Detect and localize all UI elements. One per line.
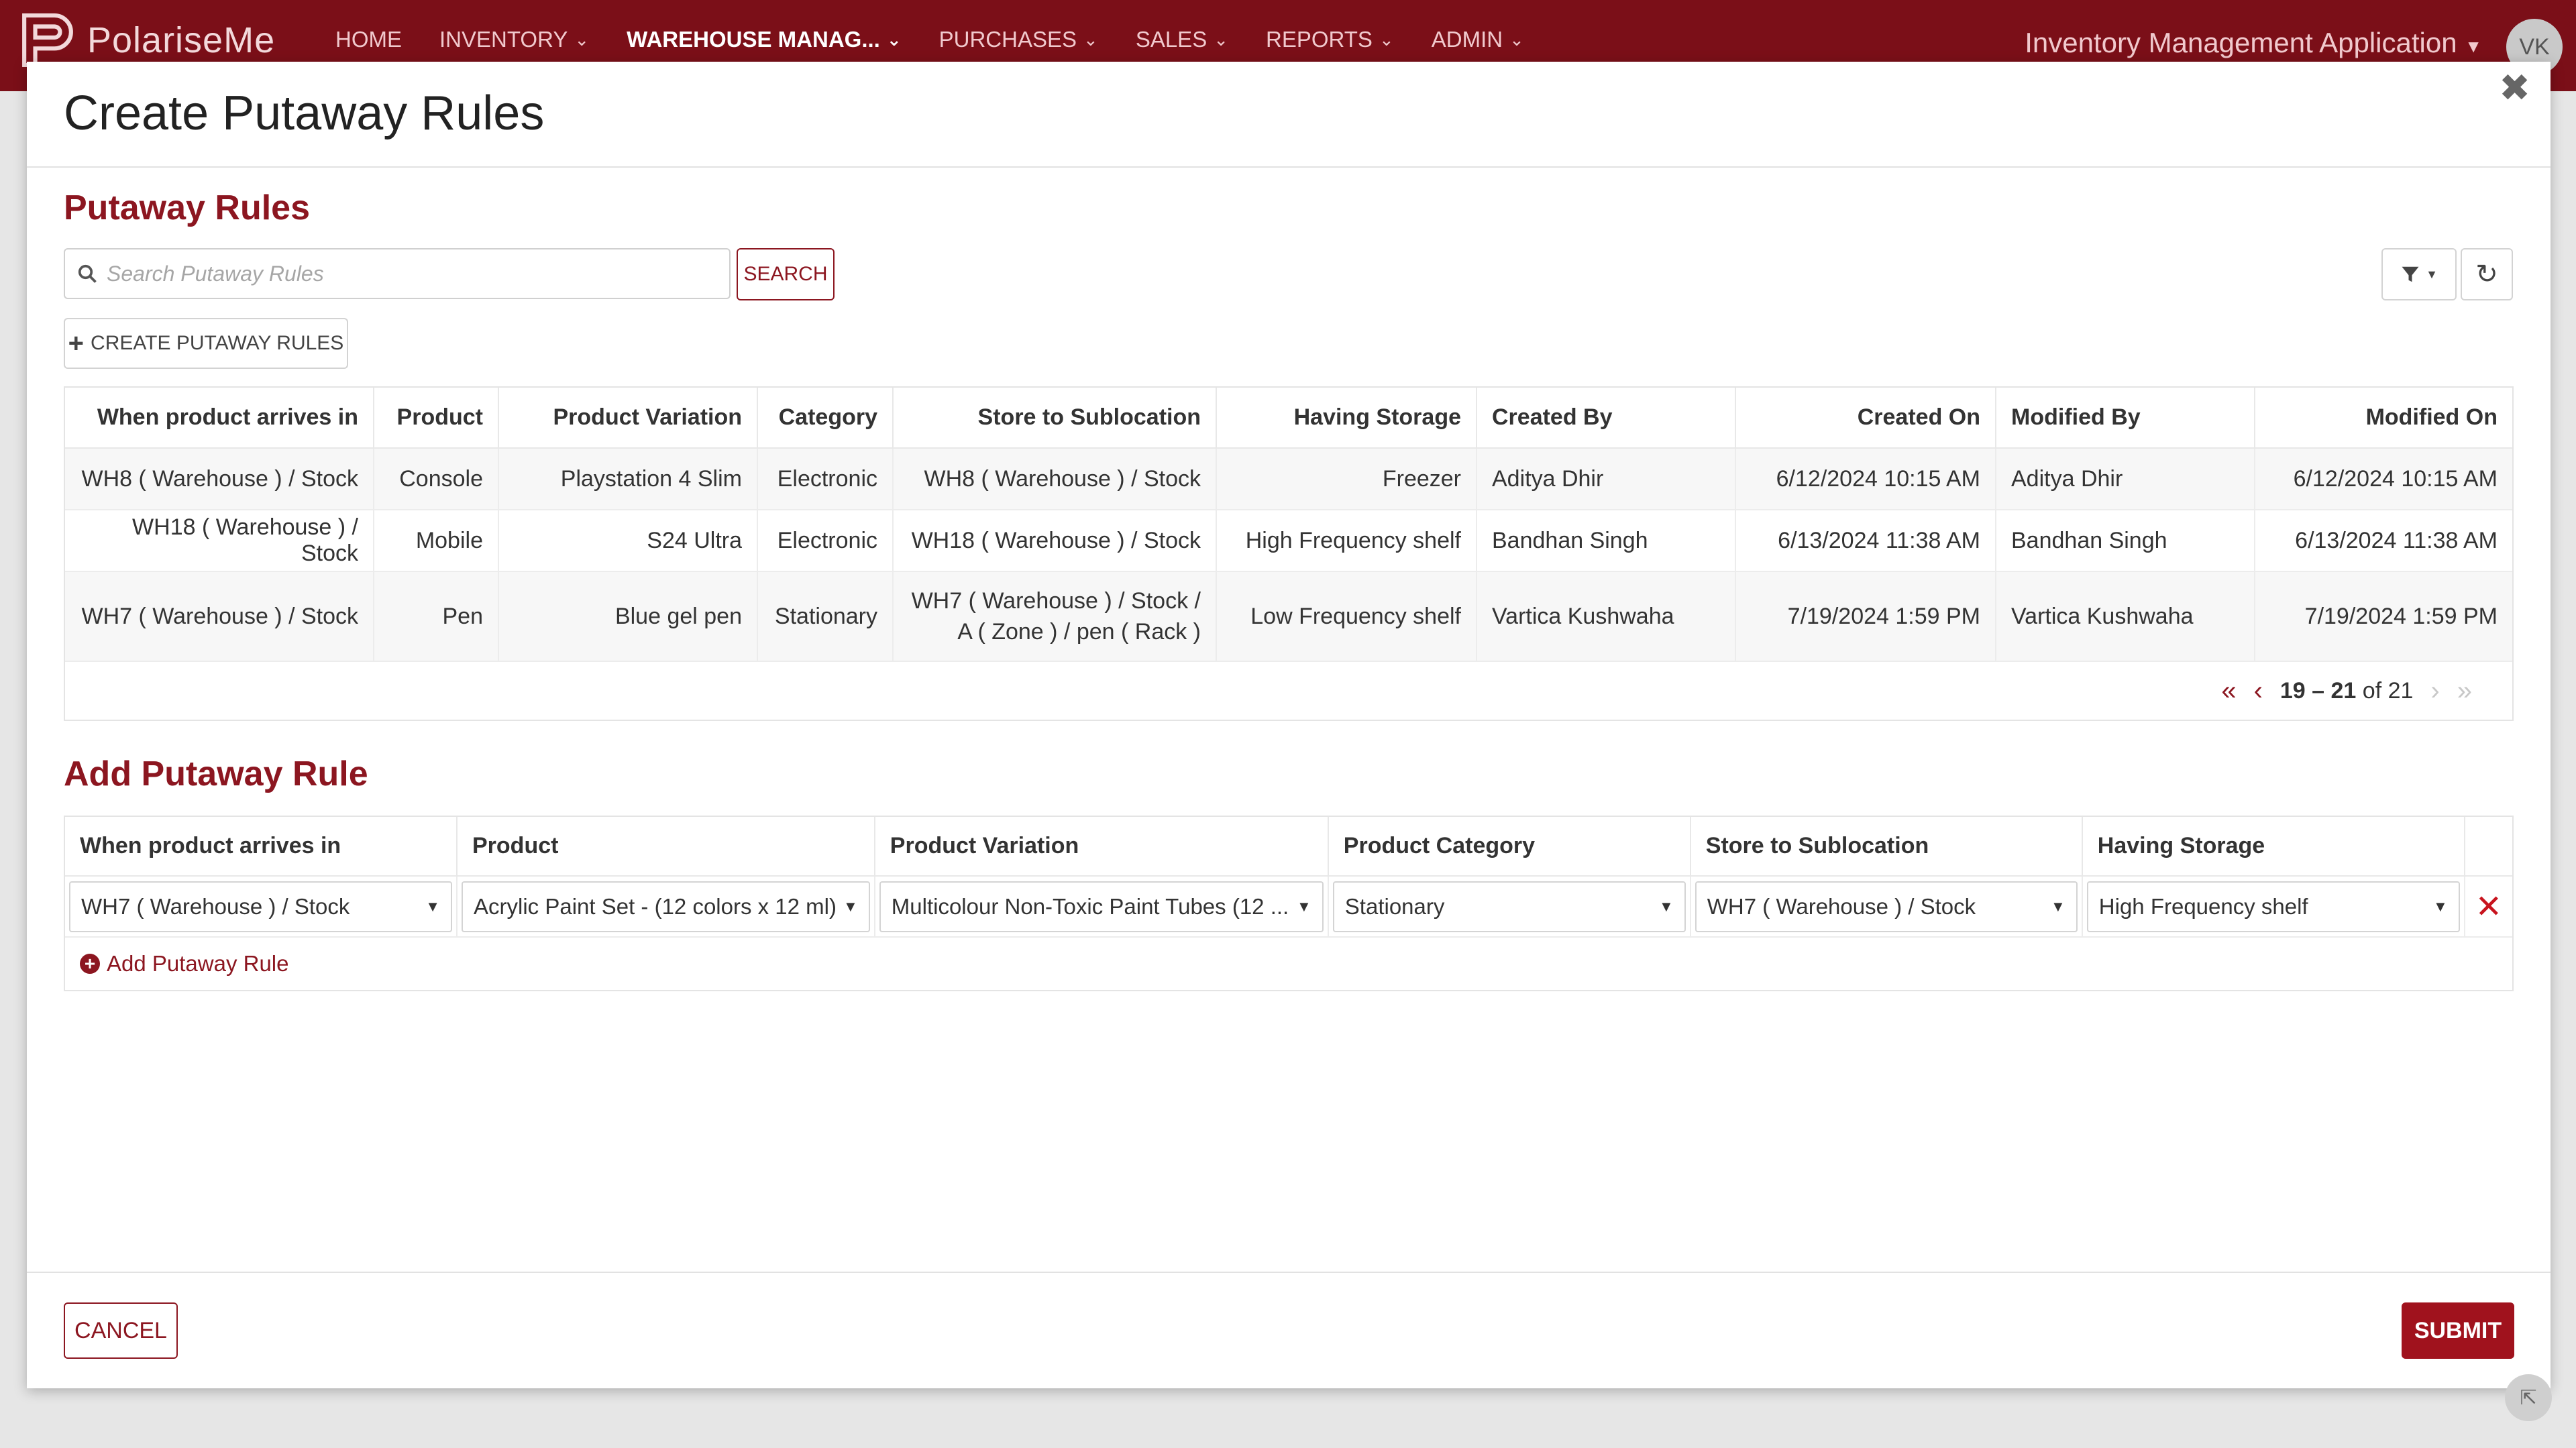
add-putaway-rule-link[interactable]: + Add Putaway Rule bbox=[65, 936, 2512, 990]
search-icon bbox=[78, 264, 97, 283]
nav-reports[interactable]: REPORTS ⌄ bbox=[1266, 27, 1394, 52]
column-header[interactable]: Having Storage bbox=[1216, 388, 1477, 449]
nav-inventory[interactable]: INVENTORY ⌄ bbox=[439, 27, 589, 52]
table-row[interactable]: WH7 ( Warehouse ) / Stock Pen Blue gel p… bbox=[65, 571, 2512, 662]
last-page-icon[interactable]: » bbox=[2457, 676, 2472, 706]
pagination: « ‹ 19 – 21 of 21 › » bbox=[65, 662, 2512, 720]
chevron-down-icon: ⌄ bbox=[574, 29, 590, 50]
modal-title: Create Putaway Rules bbox=[64, 87, 545, 140]
cursor-helper-icon[interactable]: ⇱ bbox=[2505, 1374, 2552, 1421]
create-putaway-rules-modal: Create Putaway Rules ✖ Putaway Rules SEA… bbox=[27, 62, 2551, 1388]
product-variation-select[interactable]: Multicolour Non-Toxic Paint Tubes (12 ..… bbox=[879, 881, 1324, 932]
form-header-row: When product arrives in Product Product … bbox=[65, 817, 2512, 877]
nav-purchases[interactable]: PURCHASES ⌄ bbox=[939, 27, 1098, 52]
add-putaway-rule-heading: Add Putaway Rule bbox=[64, 755, 368, 793]
create-putaway-rules-button[interactable]: + CREATE PUTAWAY RULES bbox=[64, 318, 348, 369]
column-header: Product Category bbox=[1328, 817, 1691, 877]
nav-home[interactable]: HOME bbox=[335, 27, 402, 52]
next-page-icon[interactable]: › bbox=[2430, 676, 2439, 706]
cancel-button[interactable]: CANCEL bbox=[64, 1302, 178, 1359]
table-row[interactable]: WH8 ( Warehouse ) / Stock Console Playst… bbox=[65, 448, 2512, 510]
caret-down-icon: ▼ bbox=[2465, 36, 2482, 56]
form-row: WH7 ( Warehouse ) / Stock ▼ Acrylic Paint… bbox=[65, 876, 2512, 936]
filter-button[interactable]: ▼ bbox=[2381, 248, 2457, 300]
search-box bbox=[64, 248, 731, 299]
previous-page-icon[interactable]: ‹ bbox=[2254, 676, 2263, 706]
caret-down-icon: ▼ bbox=[843, 897, 858, 915]
logo-icon bbox=[22, 13, 73, 67]
column-header: Store to Sublocation bbox=[1690, 817, 2083, 877]
search-button[interactable]: SEARCH bbox=[737, 248, 835, 300]
search-input[interactable] bbox=[107, 261, 697, 286]
column-header: Having Storage bbox=[2082, 817, 2465, 877]
column-header[interactable]: Created On bbox=[1735, 388, 1996, 449]
logo[interactable]: PolariseMe bbox=[20, 13, 275, 67]
close-icon[interactable]: ✖ bbox=[2499, 66, 2530, 110]
putaway-rules-heading: Putaway Rules bbox=[64, 188, 311, 227]
column-header: Product Variation bbox=[874, 817, 1329, 877]
column-header: When product arrives in bbox=[65, 817, 458, 877]
putaway-rules-table: When product arrives in Product Product … bbox=[64, 386, 2514, 721]
chevron-down-icon: ⌄ bbox=[1379, 29, 1394, 50]
storage-select[interactable]: High Frequency shelf ▼ bbox=[2086, 881, 2460, 932]
chevron-down-icon: ⌄ bbox=[886, 29, 902, 50]
add-putaway-rule-form: When product arrives in Product Product … bbox=[64, 816, 2514, 991]
caret-down-icon: ▼ bbox=[2051, 897, 2065, 915]
nav-warehouse-management[interactable]: WAREHOUSE MANAG... ⌄ bbox=[627, 27, 901, 52]
column-header[interactable]: Product Variation bbox=[498, 388, 758, 449]
brand-name: PolariseMe bbox=[87, 20, 276, 60]
filter-icon bbox=[2402, 266, 2419, 282]
modal-header: Create Putaway Rules ✖ bbox=[27, 62, 2551, 168]
column-header: Product bbox=[457, 817, 875, 877]
product-select[interactable]: Acrylic Paint Set - (12 colors x 12 ml) ▼ bbox=[462, 881, 870, 932]
chevron-down-icon: ⌄ bbox=[1509, 29, 1524, 50]
page-range: 19 – 21 of 21 bbox=[2279, 677, 2414, 704]
delete-row-icon[interactable]: ✕ bbox=[2469, 888, 2508, 926]
caret-down-icon: ▼ bbox=[2426, 267, 2438, 281]
chevron-down-icon: ⌄ bbox=[1214, 29, 1229, 50]
main-nav: HOME INVENTORY ⌄ WAREHOUSE MANAG... ⌄ PURC… bbox=[335, 27, 1524, 52]
chevron-down-icon: ⌄ bbox=[1083, 29, 1098, 50]
first-page-icon[interactable]: « bbox=[2221, 676, 2236, 706]
product-category-select[interactable]: Stationary ▼ bbox=[1332, 881, 1686, 932]
column-header[interactable]: Product bbox=[374, 388, 499, 449]
caret-down-icon: ▼ bbox=[2433, 897, 2448, 915]
nav-sales[interactable]: SALES ⌄ bbox=[1136, 27, 1228, 52]
refresh-button[interactable]: ↻ bbox=[2461, 248, 2513, 300]
sublocation-select[interactable]: WH7 ( Warehouse ) / Stock ▼ bbox=[1695, 881, 2078, 932]
submit-button[interactable]: SUBMIT bbox=[2402, 1302, 2514, 1359]
plus-icon: + bbox=[68, 328, 85, 358]
column-header[interactable]: Created By bbox=[1477, 388, 1736, 449]
table-row[interactable]: WH18 ( Warehouse ) / Stock Mobile S24 Ul… bbox=[65, 510, 2512, 572]
column-header[interactable]: Store to Sublocation bbox=[893, 388, 1217, 449]
column-header[interactable]: Modified On bbox=[2255, 388, 2512, 449]
app-title-dropdown[interactable]: Inventory Management Application ▼ bbox=[2025, 27, 2482, 59]
caret-down-icon: ▼ bbox=[1659, 897, 1674, 915]
column-header[interactable]: Category bbox=[757, 388, 894, 449]
table-header-row: When product arrives in Product Product … bbox=[65, 388, 2512, 449]
column-header[interactable]: Modified By bbox=[1996, 388, 2255, 449]
column-header[interactable]: When product arrives in bbox=[65, 388, 374, 449]
arrives-in-select[interactable]: WH7 ( Warehouse ) / Stock ▼ bbox=[69, 881, 452, 932]
caret-down-icon: ▼ bbox=[425, 897, 440, 915]
refresh-icon: ↻ bbox=[2475, 260, 2498, 289]
plus-circle-icon: + bbox=[80, 953, 100, 974]
nav-admin[interactable]: ADMIN ⌄ bbox=[1432, 27, 1524, 52]
modal-footer: CANCEL SUBMIT bbox=[27, 1272, 2551, 1388]
caret-down-icon: ▼ bbox=[1297, 897, 1311, 915]
